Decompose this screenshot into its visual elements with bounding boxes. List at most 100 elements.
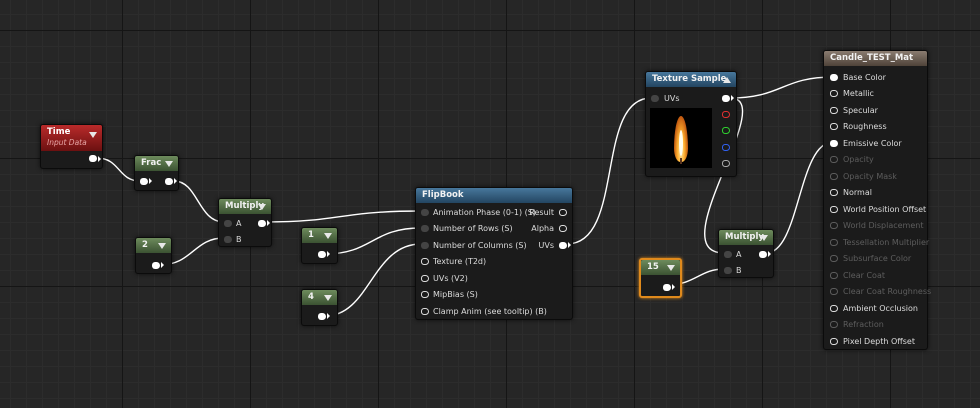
flipbook-input-clamp-pin[interactable] [421,308,429,315]
flipbook-input-uvs-pin[interactable] [421,275,429,282]
texture-sample-output-b-pin[interactable] [722,144,730,151]
constant-15-output-pin[interactable] [663,284,671,291]
frac-node-title: Frac [141,158,162,168]
material-input-clear-coat-label: Clear Coat [843,271,885,280]
time-node-header: Time Input Data [41,125,102,151]
flipbook-input-phase-label: Animation Phase (0-1) (S) [433,208,536,217]
material-input-subsurface-pin [830,255,838,262]
material-input-pixel-depth-offset-pin[interactable] [830,338,838,345]
collapse-arrow-icon[interactable] [667,265,675,271]
collapse-arrow-icon[interactable] [165,161,173,167]
frac-node-header: Frac [135,156,178,171]
material-input-normal-label: Normal [843,188,872,197]
material-input-clear-coat-roughness-pin [830,288,838,295]
texture-sample-title: Texture Sample [652,74,727,84]
constant-4-node[interactable]: 4 [301,289,338,326]
multiply-1-output-pin[interactable] [258,220,266,227]
flipbook-input-clamp-label: Clamp Anim (see tooltip) (B) [433,307,547,316]
wire-4-to-flipbook-columns [324,243,422,317]
pin-arrow-icon [672,284,675,290]
texture-sample-output-g-pin[interactable] [722,127,730,134]
multiply-1-input-b-pin[interactable] [224,236,232,243]
collapse-arrow-icon[interactable] [158,243,166,249]
wire-1-to-flipbook-rows [324,227,422,255]
flipbook-input-columns-pin[interactable] [421,242,429,249]
multiply-node-1[interactable]: Multiply A B [218,198,272,247]
flipbook-output-uvs-pin[interactable] [559,242,567,249]
multiply-1-input-a-label: A [236,219,242,228]
constant-2-node[interactable]: 2 [135,237,172,274]
multiply-2-input-a-pin[interactable] [724,251,732,258]
frac-node[interactable]: Frac [134,155,179,191]
flipbook-node[interactable]: FlipBook Animation Phase (0-1) (S) Numbe… [415,187,573,320]
flipbook-output-uvs-label: UVs [538,241,555,250]
multiply-2-output-pin[interactable] [759,251,767,258]
material-input-normal-pin[interactable] [830,189,838,196]
expand-arrow-icon[interactable] [723,77,731,83]
constant-4-output-pin[interactable] [318,313,326,320]
pin-arrow-icon [174,178,177,184]
pin-arrow-icon [768,251,771,257]
collapse-arrow-icon[interactable] [324,295,332,301]
material-input-emissive-label: Emissive Color [843,139,902,148]
flipbook-input-rows-label: Number of Rows (S) [433,224,513,233]
time-output-pin[interactable] [89,155,97,162]
flipbook-input-phase-pin[interactable] [421,209,429,216]
flipbook-output-result-pin[interactable] [559,209,567,216]
material-input-base-color-pin[interactable] [830,74,838,81]
time-node[interactable]: Time Input Data [40,124,103,169]
collapse-arrow-icon[interactable] [258,204,266,210]
constant-2-output-pin[interactable] [152,262,160,269]
material-input-roughness-pin[interactable] [830,123,838,130]
material-input-ambient-occlusion-pin[interactable] [830,305,838,312]
constant-1-node[interactable]: 1 [301,227,338,264]
material-input-opacity-mask-pin [830,173,838,180]
collapse-arrow-icon[interactable] [89,132,97,138]
flipbook-input-texture-pin[interactable] [421,258,429,265]
flipbook-input-rows-pin[interactable] [421,225,429,232]
multiply-2-input-b-label: B [736,266,742,275]
multiply-1-input-a-pin[interactable] [224,220,232,227]
texture-sample-node[interactable]: Texture Sample UVs [645,71,737,177]
material-input-emissive-pin[interactable] [830,140,838,147]
material-input-wpo-pin[interactable] [830,206,838,213]
material-result-node[interactable]: Candle_TEST_Mat Base Color Metallic Spec… [823,50,931,350]
material-input-metallic-pin[interactable] [830,90,838,97]
flipbook-output-alpha-label: Alpha [531,224,554,233]
constant-2-value: 2 [142,240,148,250]
constant-2-header: 2 [136,238,171,253]
collapse-arrow-icon[interactable] [760,235,768,241]
material-input-clear-coat-pin [830,272,838,279]
exec-arrow-icon [98,156,101,162]
multiply-2-input-b-pin[interactable] [724,267,732,274]
constant-1-output-pin[interactable] [318,251,326,258]
flipbook-output-alpha-pin[interactable] [559,225,567,232]
material-input-specular-pin[interactable] [830,107,838,114]
material-input-wpo-label: World Position Offset [843,205,927,214]
texture-sample-output-a-pin[interactable] [722,160,730,167]
frac-input-pin[interactable] [140,178,148,185]
material-input-world-displacement-label: World Displacement [843,221,924,230]
constant-15-node[interactable]: 15 [639,258,682,298]
material-input-specular-label: Specular [843,106,878,115]
material-input-refraction-label: Refraction [843,320,884,329]
frac-output-pin[interactable] [165,178,173,185]
constant-4-header: 4 [302,290,337,305]
texture-sample-output-r-pin[interactable] [722,111,730,118]
multiply-node-2-title: Multiply [725,232,764,242]
time-node-subtitle: Input Data [47,138,87,147]
constant-4-value: 4 [308,292,314,302]
flipbook-input-texture-label: Texture (T2d) [433,257,487,266]
texture-sample-output-rgb-pin[interactable] [722,95,730,102]
wire-frac-to-multiply-a [173,180,225,223]
material-input-subsurface-label: Subsurface Color [843,254,912,263]
material-input-refraction-pin [830,321,838,328]
collapse-arrow-icon[interactable] [324,233,332,239]
pin-arrow-icon [568,242,571,248]
material-input-opacity-label: Opacity [843,155,874,164]
texture-sample-input-uvs-pin[interactable] [651,95,659,102]
pin-arrow-icon [731,95,734,101]
multiply-node-2[interactable]: Multiply A B [718,229,774,278]
constant-1-value: 1 [308,230,314,240]
flipbook-input-mipbias-pin[interactable] [421,291,429,298]
